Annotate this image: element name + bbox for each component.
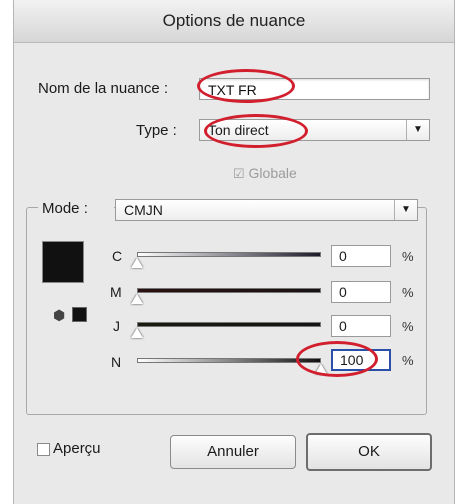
chevron-down-icon: ▼ [406,120,429,140]
small-swatch-icon [72,307,87,322]
slider-label-c: C [112,248,123,264]
global-checkbox[interactable]: ☑ Globale [233,165,297,182]
percent-label: % [402,353,414,368]
color-swatch [42,241,84,283]
value-field-j[interactable]: 0 [331,315,391,337]
slider-thumb-j[interactable] [131,328,143,338]
slider-label-j: J [113,318,120,334]
percent-label: % [402,285,414,300]
cancel-button[interactable]: Annuler [170,435,296,469]
slider-label-m: M [110,284,122,300]
mode-select-value: CMJN [124,202,163,218]
global-label: Globale [248,165,297,181]
slider-thumb-m[interactable] [131,294,143,304]
slider-label-n: N [111,354,122,370]
preview-label: Aperçu [53,440,101,457]
mode-select[interactable]: CMJN ▼ [115,199,418,221]
slider-track-n[interactable] [137,358,321,363]
highlight-circle [204,114,308,148]
dialog-title: Options de nuance [162,11,306,30]
slider-track-j[interactable] [137,322,321,327]
swatch-name-label: Nom de la nuance : [38,80,169,97]
percent-label: % [402,249,414,264]
value-field-m[interactable]: 0 [331,281,391,303]
title-bar: Options de nuance [14,0,454,43]
value-field-c[interactable]: 0 [331,245,391,267]
slider-track-m[interactable] [137,288,321,293]
highlight-circle [197,69,295,103]
slider-track-c[interactable] [137,252,321,257]
highlight-circle [296,341,378,377]
slider-thumb-c[interactable] [131,258,143,268]
percent-label: % [402,319,414,334]
preview-checkbox[interactable] [37,443,50,456]
checkmark-icon: ☑ [233,166,245,181]
chevron-down-icon: ▼ [394,200,417,220]
cube-icon: ⬢ [53,307,66,323]
type-label: Type : [136,122,177,139]
mode-label: Mode : [42,200,88,217]
ok-button[interactable]: OK [306,433,432,471]
